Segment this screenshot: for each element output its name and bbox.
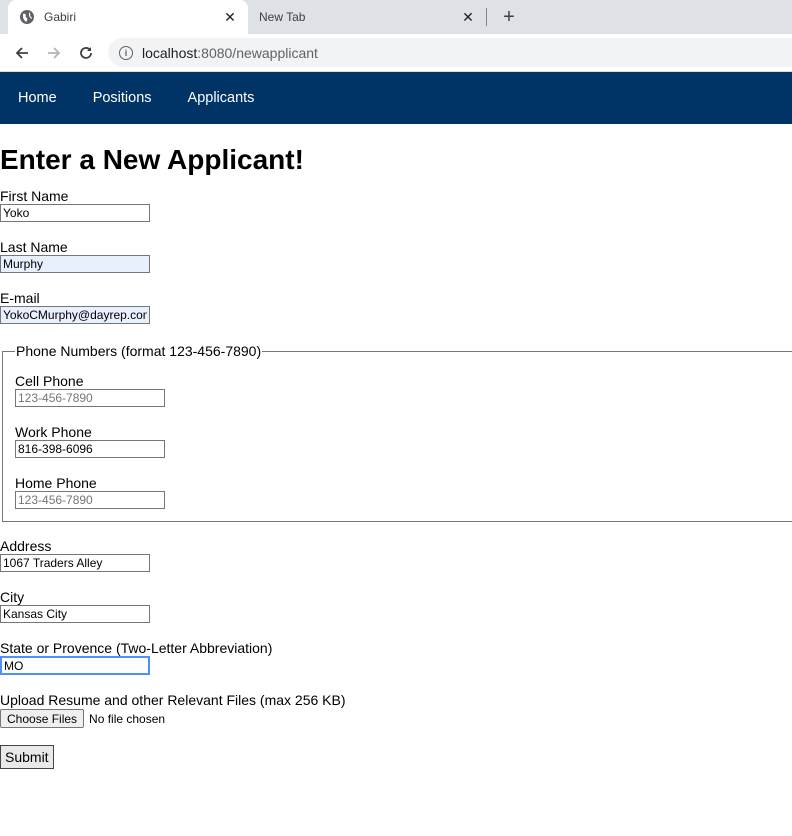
reload-icon[interactable] bbox=[75, 42, 97, 64]
last-name-field: Last Name bbox=[0, 239, 792, 273]
cell-phone-input[interactable] bbox=[15, 389, 165, 407]
site-navbar: Home Positions Applicants bbox=[0, 72, 792, 124]
address-input[interactable] bbox=[0, 554, 150, 572]
address-field: Address bbox=[0, 538, 792, 572]
home-phone-field: Home Phone bbox=[15, 475, 790, 509]
upload-field: Upload Resume and other Relevant Files (… bbox=[0, 692, 792, 728]
browser-toolbar: i localhost:8080/newapplicant bbox=[0, 34, 792, 72]
tab-title: New Tab bbox=[259, 10, 306, 24]
first-name-input[interactable] bbox=[0, 204, 150, 222]
last-name-input[interactable] bbox=[0, 255, 150, 273]
work-phone-label: Work Phone bbox=[15, 424, 92, 440]
tab-title: Gabiri bbox=[44, 10, 77, 24]
close-tab-icon[interactable]: ✕ bbox=[460, 9, 476, 25]
email-input[interactable] bbox=[0, 306, 150, 324]
new-applicant-form: First Name Last Name E-mail Phone Number… bbox=[0, 188, 792, 769]
url-host: localhost bbox=[142, 44, 198, 61]
state-label: State or Provence (Two-Letter Abbreviati… bbox=[0, 640, 273, 656]
last-name-label: Last Name bbox=[0, 239, 68, 255]
state-input[interactable] bbox=[0, 656, 150, 675]
address-label: Address bbox=[0, 538, 52, 554]
home-phone-label: Home Phone bbox=[15, 475, 97, 491]
tab-gabiri[interactable]: Gabiri ✕ bbox=[8, 0, 248, 34]
address-bar[interactable]: i localhost:8080/newapplicant bbox=[108, 38, 792, 67]
work-phone-field: Work Phone bbox=[15, 424, 790, 458]
new-tab-plus-icon[interactable]: + bbox=[498, 6, 520, 28]
phone-numbers-fieldset: Phone Numbers (format 123-456-7890) Cell… bbox=[2, 343, 792, 522]
choose-files-button[interactable]: Choose Files bbox=[0, 709, 85, 728]
site-info-icon[interactable]: i bbox=[119, 45, 133, 60]
file-status-text: No file chosen bbox=[89, 711, 166, 726]
back-arrow-icon[interactable] bbox=[11, 42, 33, 64]
city-field: City bbox=[0, 589, 792, 623]
state-field: State or Provence (Two-Letter Abbreviati… bbox=[0, 640, 792, 675]
city-input[interactable] bbox=[0, 605, 150, 623]
home-phone-input[interactable] bbox=[15, 491, 165, 509]
forward-arrow-icon[interactable] bbox=[43, 42, 65, 64]
submit-button[interactable]: Submit bbox=[0, 745, 54, 769]
cell-phone-label: Cell Phone bbox=[15, 373, 84, 389]
email-field: E-mail bbox=[0, 290, 792, 324]
phone-numbers-legend: Phone Numbers (format 123-456-7890) bbox=[16, 343, 262, 359]
nav-home-link[interactable]: Home bbox=[18, 90, 57, 106]
cell-phone-field: Cell Phone bbox=[15, 373, 790, 407]
globe-icon bbox=[20, 10, 34, 24]
page-title: Enter a New Applicant! bbox=[0, 144, 304, 175]
close-tab-icon[interactable]: ✕ bbox=[222, 9, 238, 25]
first-name-label: First Name bbox=[0, 188, 69, 204]
nav-applicants-link[interactable]: Applicants bbox=[188, 90, 255, 106]
tab-new-tab[interactable]: New Tab ✕ bbox=[248, 0, 486, 34]
upload-label: Upload Resume and other Relevant Files (… bbox=[0, 692, 346, 708]
first-name-field: First Name bbox=[0, 188, 792, 222]
browser-tabstrip: Gabiri ✕ New Tab ✕ + bbox=[0, 0, 792, 34]
tab-divider bbox=[486, 8, 487, 26]
email-label: E-mail bbox=[0, 290, 40, 306]
nav-positions-link[interactable]: Positions bbox=[93, 90, 152, 106]
file-picker: Choose Files No file chosen bbox=[0, 709, 792, 728]
work-phone-input[interactable] bbox=[15, 440, 165, 458]
url-path: :8080/newapplicant bbox=[197, 44, 318, 61]
city-label: City bbox=[0, 589, 25, 605]
